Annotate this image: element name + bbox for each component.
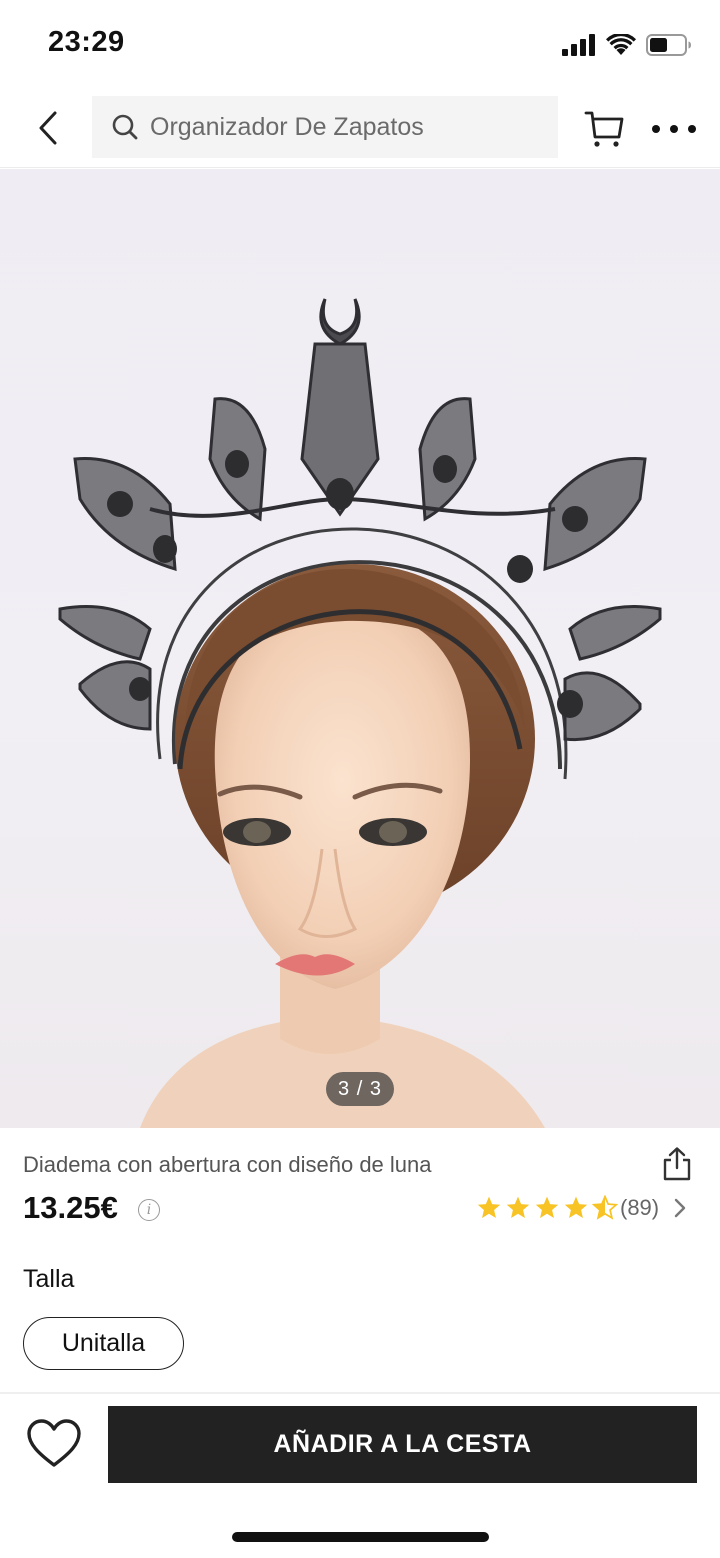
status-time: 23:29 (48, 26, 125, 58)
star-icon (506, 1196, 530, 1218)
review-count: (89) (620, 1195, 660, 1220)
search-box[interactable] (92, 96, 558, 158)
more-icon-dot (652, 125, 660, 133)
star-icon (477, 1196, 501, 1218)
product-photo (58, 298, 662, 1128)
share-button[interactable] (660, 1146, 694, 1182)
search-input[interactable] (150, 112, 550, 142)
image-counter: 3 / 3 (326, 1072, 394, 1106)
product-price: 13.25€ (23, 1190, 118, 1225)
status-bar: 23:29 (0, 0, 720, 88)
wifi-icon (606, 34, 636, 55)
signal-icon (562, 34, 595, 56)
cart-icon (584, 111, 624, 147)
star-icon (564, 1196, 588, 1218)
status-icons (562, 30, 692, 60)
more-icon-dot (670, 125, 678, 133)
more-options-button[interactable] (652, 114, 696, 144)
wishlist-button[interactable] (26, 1418, 82, 1470)
star-half-icon (592, 1195, 618, 1220)
star-icon (535, 1196, 559, 1218)
back-chevron-icon (39, 111, 57, 145)
chevron-right-icon (674, 1198, 686, 1218)
cart-button[interactable] (584, 108, 626, 150)
battery-icon (646, 34, 691, 56)
size-option-unitalla[interactable]: Unitalla (23, 1317, 184, 1370)
share-icon (663, 1147, 691, 1181)
back-button[interactable] (28, 106, 68, 150)
size-label: Talla (23, 1265, 75, 1293)
rating-stars (476, 1195, 618, 1221)
more-icon-dot (688, 125, 696, 133)
heart-icon (27, 1419, 81, 1467)
add-to-cart-button[interactable]: AÑADIR A LA CESTA (108, 1406, 697, 1483)
rating-summary[interactable]: (89) (476, 1193, 687, 1223)
product-title: Diadema con abertura con diseño de luna (23, 1152, 432, 1177)
search-icon (110, 112, 140, 142)
home-indicator[interactable] (232, 1532, 489, 1542)
product-image-gallery[interactable]: 3 / 3 (0, 169, 720, 1128)
nav-bar (0, 88, 720, 168)
divider (0, 1392, 720, 1394)
info-icon[interactable]: i (138, 1199, 160, 1221)
